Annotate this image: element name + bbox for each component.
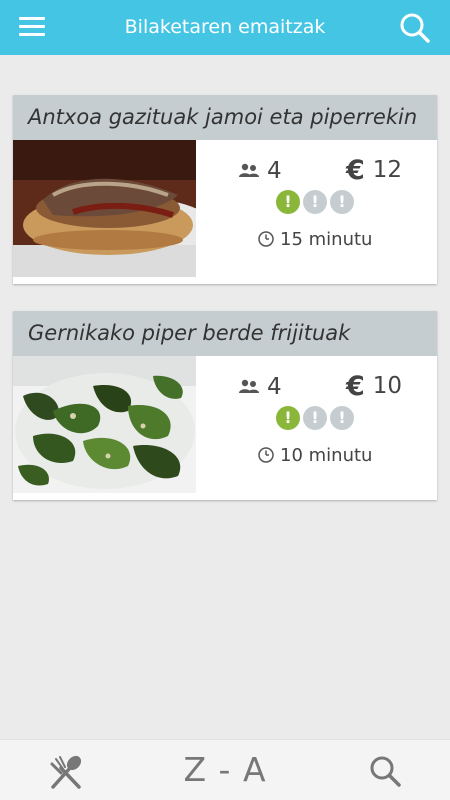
- prep-time: 10 minutu: [257, 442, 372, 468]
- difficulty-on-icon: !: [276, 190, 300, 214]
- sort-button[interactable]: Z - A: [170, 740, 280, 800]
- recipes-button[interactable]: [48, 754, 84, 790]
- price: € 12: [346, 154, 402, 186]
- recipe-title[interactable]: Antxoa gazituak jamoi eta piperrekin: [13, 95, 437, 140]
- difficulty-indicator: ! ! !: [276, 190, 357, 215]
- timer-icon: [258, 447, 274, 463]
- servings-value: 4: [267, 158, 282, 184]
- prep-time: 15 minutu: [257, 226, 372, 252]
- recipe-title[interactable]: Gernikako piper berde frijituak: [13, 311, 437, 356]
- difficulty-on-icon: !: [276, 406, 300, 430]
- timer-icon: [258, 231, 274, 247]
- top-app-bar: Bilaketaren emaitzak: [0, 0, 450, 55]
- prep-time-value: 15 minutu: [280, 228, 373, 250]
- difficulty-off-icon: !: [330, 406, 354, 430]
- people-icon: [239, 163, 259, 177]
- recipe-card[interactable]: Antxoa gazituak jamoi eta piperrekin 4 €…: [13, 95, 437, 284]
- difficulty-off-icon: !: [330, 190, 354, 214]
- difficulty-indicator: ! ! !: [276, 406, 357, 431]
- search-button[interactable]: [367, 754, 403, 790]
- recipe-photo[interactable]: [13, 140, 196, 277]
- bottom-toolbar: Z - A: [0, 739, 450, 800]
- fork-spoon-icon: [50, 755, 82, 789]
- euro-icon: €: [346, 370, 365, 402]
- price: € 10: [346, 370, 402, 402]
- servings-value: 4: [267, 374, 282, 400]
- difficulty-off-icon: !: [303, 190, 327, 214]
- page-title: Bilaketaren emaitzak: [124, 16, 326, 38]
- search-icon: [370, 756, 401, 787]
- search-icon: [400, 13, 430, 43]
- prep-time-value: 10 minutu: [280, 444, 373, 466]
- servings: 4: [238, 372, 282, 402]
- recipe-photo[interactable]: [13, 356, 196, 493]
- recipe-card[interactable]: Gernikako piper berde frijituak 4 € 10 !…: [13, 311, 437, 500]
- people-icon: [239, 379, 259, 393]
- servings: 4: [238, 156, 282, 186]
- difficulty-off-icon: !: [303, 406, 327, 430]
- euro-icon: €: [346, 154, 365, 186]
- price-value: 10: [372, 373, 403, 399]
- search-button[interactable]: [399, 12, 431, 44]
- price-value: 12: [372, 157, 403, 183]
